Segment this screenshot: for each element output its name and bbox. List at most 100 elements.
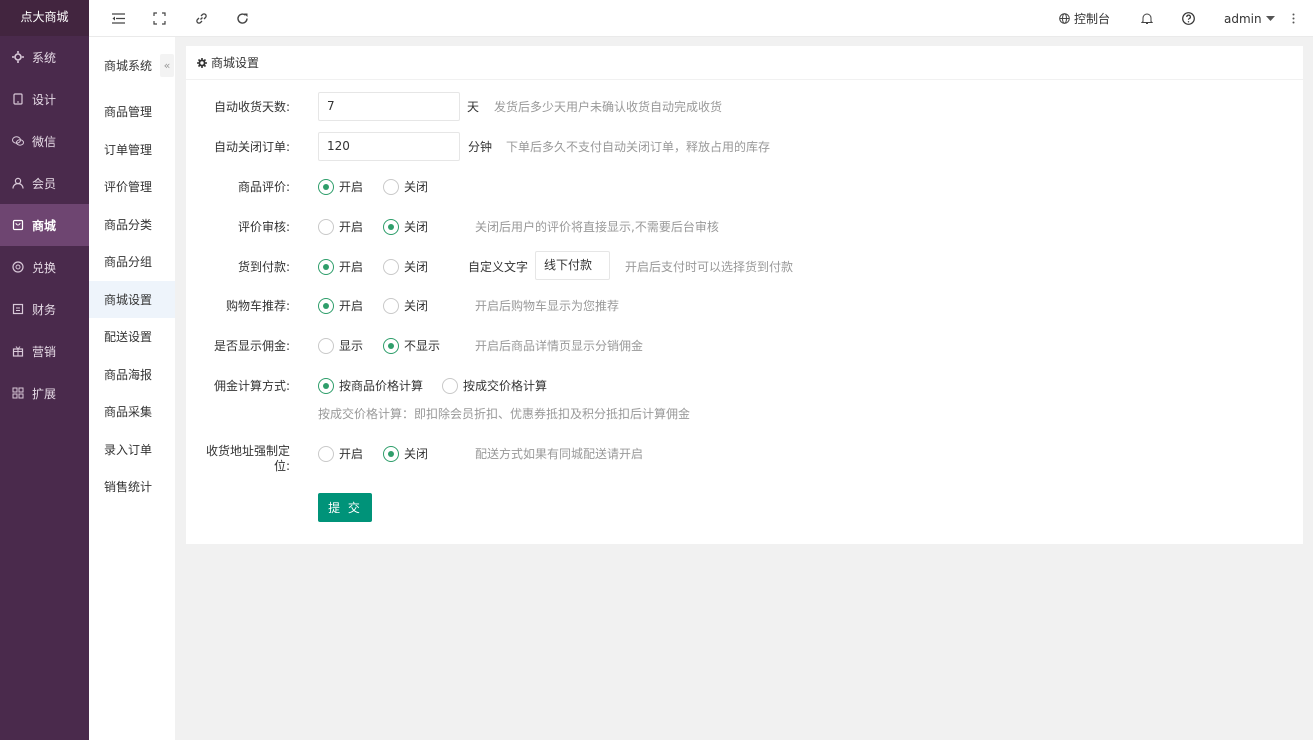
main-nav-item[interactable]: 设计	[0, 78, 89, 120]
fullscreen-icon[interactable]	[152, 11, 166, 25]
review-audit-off-radio[interactable]: 关闭	[383, 218, 428, 235]
sub-nav-item[interactable]: 销售统计	[89, 468, 175, 506]
sub-nav-item[interactable]: 商品管理	[89, 93, 175, 131]
sub-nav-item[interactable]: 配送设置	[89, 318, 175, 356]
force-location-off-radio[interactable]: 关闭	[383, 445, 428, 462]
cart-recommend-label: 购物车推荐:	[225, 299, 290, 313]
more-icon[interactable]	[1286, 11, 1300, 25]
sub-nav-list: 商品管理 订单管理 评价管理 商品分类 商品分组 商城设置 配送设置 商品海报 商品采集 录入订单…	[89, 93, 175, 506]
card-header: 商城设置	[186, 46, 1303, 80]
main-nav-label: 系统	[32, 50, 57, 65]
radio-circle	[318, 445, 334, 462]
show-commission-off-radio[interactable]: 不显示	[383, 337, 440, 354]
sub-nav-item[interactable]: 商品分组	[89, 243, 175, 281]
sub-nav-item[interactable]: 订单管理	[89, 131, 175, 169]
radio-circle	[383, 297, 399, 314]
show-commission-on-radio[interactable]: 显示	[318, 337, 363, 354]
radio-label: 关闭	[404, 180, 429, 194]
main-nav-item[interactable]: 系统	[0, 36, 89, 78]
refresh-icon[interactable]	[235, 11, 249, 25]
collapse-sidebar-button[interactable]: «	[160, 54, 174, 77]
cart-recommend-off-radio[interactable]: 关闭	[383, 297, 428, 314]
sub-nav-item[interactable]: 录入订单	[89, 431, 175, 469]
auto-close-minutes-input[interactable]: 120	[318, 132, 460, 161]
main-nav-label: 兑换	[32, 260, 57, 275]
radio-label: 开启	[339, 220, 364, 234]
gear-icon	[197, 57, 207, 68]
cod-on-radio[interactable]: 开启	[318, 258, 363, 275]
user-icon	[12, 177, 24, 189]
review-audit-on-radio[interactable]: 开启	[318, 218, 363, 235]
commission-by-deal-price-radio[interactable]: 按成交价格计算	[442, 377, 547, 394]
cod-custom-text-input[interactable]: 线下付款	[535, 251, 610, 280]
app-root: 点大商城 系统设计微信会员商城兑换财务营销扩展 控制台 admin	[0, 0, 1313, 740]
radio-circle	[318, 178, 334, 195]
auto-receive-label: 自动收货天数:	[213, 100, 290, 114]
sub-sidebar: 商城系统 « 商品管理 订单管理 评价管理 商品分类 商品分组 商城设置 配送设置 商品海报商…	[89, 37, 175, 740]
auto-receive-unit: 天	[467, 100, 480, 114]
radio-circle	[383, 218, 399, 235]
commission-by-goods-price-radio[interactable]: 按商品价格计算	[318, 377, 423, 394]
force-location-label-line2: 位:	[273, 459, 290, 473]
review-on-radio[interactable]: 开启	[318, 178, 363, 195]
radio-label: 开启	[339, 180, 364, 194]
force-location-hint: 配送方式如果有同城配送请开启	[475, 447, 644, 461]
main-nav-label: 营销	[32, 344, 57, 359]
auto-receive-days-input[interactable]: 7	[318, 92, 460, 121]
show-commission-hint: 开启后商品详情页显示分销佣金	[475, 339, 644, 353]
console-label: 控制台	[1074, 12, 1111, 26]
cart-recommend-hint: 开启后购物车显示为您推荐	[475, 299, 620, 313]
main-nav-label: 财务	[32, 302, 57, 317]
cod-off-radio[interactable]: 关闭	[383, 258, 428, 275]
radio-circle	[318, 258, 334, 275]
username: admin	[1224, 11, 1262, 26]
user-menu[interactable]: admin	[1224, 0, 1275, 37]
brand-logo[interactable]: 点大商城	[0, 0, 89, 36]
radio-label: 关闭	[404, 447, 429, 461]
commission-calc-note: 按成交价格计算：即扣除会员折扣、优惠券抵扣及积分抵扣后计算佣金	[318, 407, 691, 421]
globe-icon	[1059, 13, 1070, 24]
sub-nav-item[interactable]: 商城设置	[89, 280, 175, 318]
cart-recommend-on-radio[interactable]: 开启	[318, 297, 363, 314]
force-location-on-radio[interactable]: 开启	[318, 445, 363, 462]
submit-button[interactable]: 提 交	[318, 493, 372, 522]
sub-nav-item[interactable]: 商品海报	[89, 356, 175, 394]
commission-calc-label: 佣金计算方式:	[213, 379, 290, 393]
main-nav-item[interactable]: 微信	[0, 120, 89, 162]
link-icon[interactable]	[194, 11, 208, 25]
review-audit-hint: 关闭后用户的评价将直接显示,不需要后台审核	[475, 220, 719, 234]
main-nav-label: 会员	[32, 176, 57, 191]
card-title: 商城设置	[211, 56, 260, 70]
main-nav-item[interactable]: 兑换	[0, 246, 89, 288]
caret-down-icon	[1265, 15, 1275, 21]
main-nav-item[interactable]: 商城	[0, 204, 89, 246]
auto-close-label: 自动关闭订单:	[213, 140, 290, 154]
radio-circle	[442, 377, 458, 394]
radio-label: 开启	[339, 260, 364, 274]
main-nav-item[interactable]: 会员	[0, 162, 89, 204]
main-nav-item[interactable]: 营销	[0, 330, 89, 372]
radio-label: 关闭	[404, 220, 429, 234]
radio-circle	[318, 337, 334, 354]
bell-icon[interactable]	[1140, 11, 1154, 25]
ledger-icon	[12, 303, 24, 315]
force-location-label: 收货地址强制定 位:	[206, 444, 290, 474]
menu-toggle-icon[interactable]	[111, 11, 125, 25]
help-icon[interactable]	[1181, 11, 1195, 25]
console-link[interactable]: 控制台	[1059, 0, 1110, 37]
main-nav-label: 扩展	[32, 386, 57, 401]
cod-custom-text-label: 自定义文字	[468, 260, 529, 274]
exchange-icon	[12, 261, 24, 273]
radio-label: 关闭	[404, 299, 429, 313]
radio-label: 开启	[339, 447, 364, 461]
settings-card: 商城设置 自动收货天数: 7 天 发货后多少天用户未确认收货自动完成收货 自动关…	[186, 46, 1303, 544]
main-nav-item[interactable]: 财务	[0, 288, 89, 330]
auto-receive-hint: 发货后多少天用户未确认收货自动完成收货	[494, 100, 723, 114]
radio-label: 按商品价格计算	[339, 379, 424, 393]
sub-nav-item[interactable]: 评价管理	[89, 168, 175, 206]
main-nav-item[interactable]: 扩展	[0, 372, 89, 414]
sub-nav-item[interactable]: 商品采集	[89, 393, 175, 431]
sub-nav-item[interactable]: 商品分类	[89, 206, 175, 244]
review-off-radio[interactable]: 关闭	[383, 178, 428, 195]
main-nav-label: 设计	[32, 92, 57, 107]
